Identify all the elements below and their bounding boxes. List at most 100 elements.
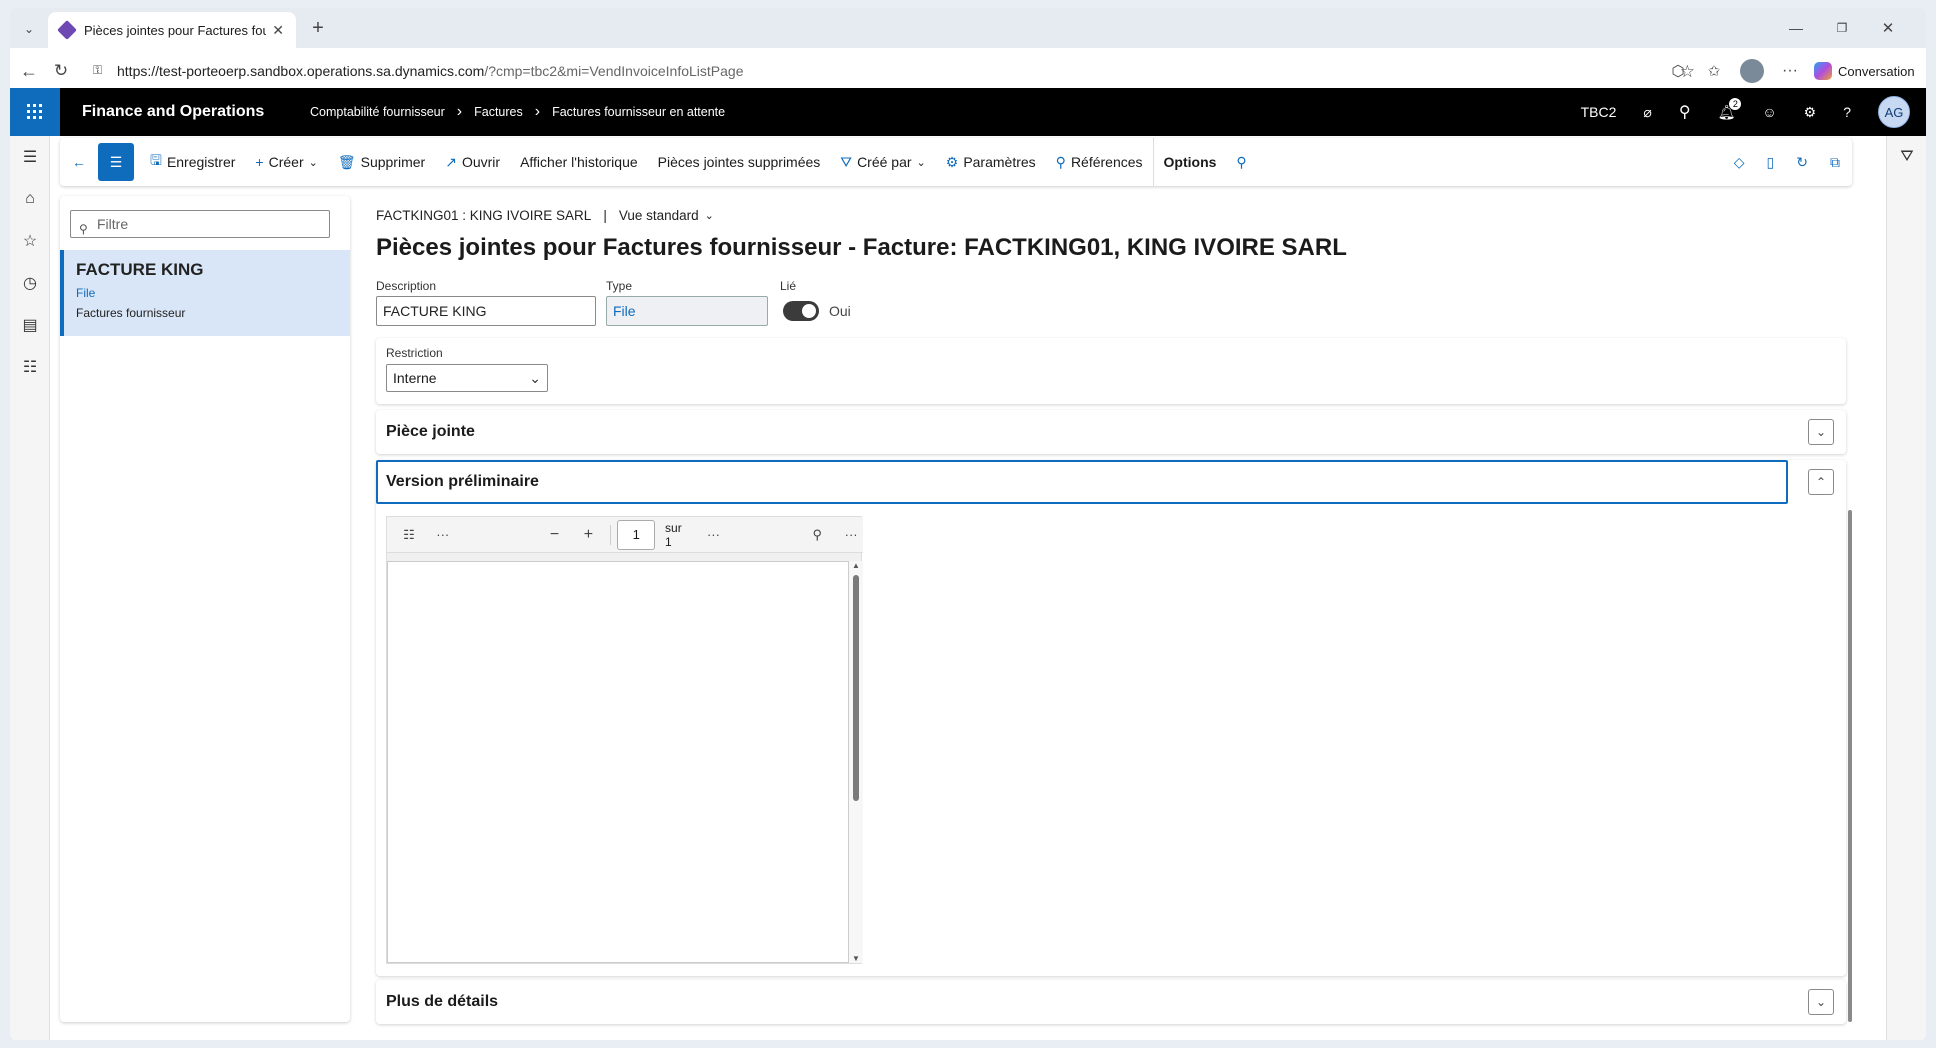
chevron-down-icon: ⌄ xyxy=(308,156,318,169)
copilot-icon xyxy=(1814,62,1832,80)
breadcrumb-item[interactable]: Factures fournisseur en attente xyxy=(552,105,725,119)
options-tab[interactable]: Options xyxy=(1152,138,1227,186)
open-button[interactable]: ↗ Ouvrir xyxy=(435,138,510,186)
zoom-in-icon[interactable]: + xyxy=(576,526,600,544)
tab-list-chevron-icon[interactable]: ⌄ xyxy=(18,18,40,40)
chevron-down-icon[interactable]: ⌄ xyxy=(705,209,714,222)
app-header: Finance and Operations Comptabilité four… xyxy=(10,88,1926,136)
delete-button[interactable]: 🗑︎ Supprimer xyxy=(328,138,435,186)
app-launcher-button[interactable] xyxy=(10,88,60,136)
recent-clock-icon[interactable]: ◷ xyxy=(10,262,50,304)
company-picker[interactable]: TBC2 xyxy=(1581,104,1617,120)
record-caption: FACTKING01 : KING IVOIRE SARL xyxy=(376,208,592,223)
search-icon[interactable]: ⚲ xyxy=(1679,102,1691,122)
page-total: sur 1 xyxy=(665,520,682,549)
notification-bell-icon[interactable]: 🔔︎ 2 xyxy=(1718,97,1742,121)
linked-label: Lié xyxy=(780,279,797,293)
more-icon[interactable]: ··· xyxy=(1778,59,1802,83)
zoom-out-icon[interactable]: − xyxy=(543,526,567,544)
back-button[interactable]: ← xyxy=(66,138,92,186)
page-scroll-thumb[interactable] xyxy=(1848,510,1852,1022)
extensions-icon[interactable]: ⬡ xyxy=(1666,59,1690,83)
filter-funnel-icon[interactable]: ⛛ xyxy=(1887,136,1926,178)
description-field[interactable]: FACTURE KING xyxy=(376,296,596,326)
refresh-icon[interactable]: ↻ xyxy=(48,58,74,84)
breadcrumb-item[interactable]: Comptabilité fournisseur xyxy=(310,105,445,119)
power-apps-icon[interactable]: ◇ xyxy=(1734,154,1745,171)
new-tab-icon[interactable]: + xyxy=(306,16,330,40)
app-title[interactable]: Finance and Operations xyxy=(82,88,264,136)
url-field[interactable]: ⚿ https://test-porteoerp.sandbox.operati… xyxy=(82,55,1706,87)
dynamics-favicon-icon xyxy=(57,20,77,40)
contents-list-icon[interactable]: ☷ xyxy=(397,527,421,543)
restore-icon[interactable]: ❐ xyxy=(1830,16,1854,40)
breadcrumb-item[interactable]: Factures xyxy=(474,105,523,119)
save-button[interactable]: 🖫︎ Enregistrer xyxy=(140,138,245,186)
back-icon[interactable]: ← xyxy=(16,58,42,84)
section-more-details[interactable]: Plus de détails ⌄ xyxy=(376,980,1846,1024)
breadcrumb: Comptabilité fournisseur › Factures › Fa… xyxy=(310,88,725,136)
profile-avatar[interactable] xyxy=(1740,59,1764,83)
copilot-button[interactable]: Conversation xyxy=(1814,58,1915,84)
home-icon[interactable]: ⌂ xyxy=(10,178,50,220)
linked-toggle[interactable] xyxy=(783,301,819,321)
dashboard-icon[interactable]: ⌀ xyxy=(1643,104,1651,121)
references-button[interactable]: ⚲ Références xyxy=(1046,138,1153,186)
more-icon[interactable]: ··· xyxy=(839,527,863,542)
gear-icon[interactable]: ⚙ xyxy=(1804,104,1817,121)
user-avatar[interactable]: AG xyxy=(1878,96,1910,128)
collapse-chevron-icon[interactable]: ⌃ xyxy=(1808,469,1834,495)
chevron-down-icon: ⌄ xyxy=(529,370,541,386)
minimize-icon[interactable]: — xyxy=(1784,16,1808,40)
help-icon[interactable]: ? xyxy=(1843,104,1851,120)
right-rail: ⛛ xyxy=(1886,136,1926,1040)
restriction-dropdown[interactable]: Interne ⌄ xyxy=(386,364,548,392)
favorites-star-icon[interactable]: ☆ xyxy=(10,220,50,262)
breadcrumb-chevron-icon: › xyxy=(534,103,541,120)
section-attachment[interactable]: Pièce jointe ⌄ xyxy=(376,410,1846,454)
favorites-icon[interactable]: ✩ xyxy=(1702,59,1726,83)
parameters-button[interactable]: ⚙ Paramètres xyxy=(936,138,1046,186)
section-preview-header[interactable] xyxy=(376,460,1788,504)
filter-input[interactable]: ⚲ Filtre xyxy=(70,210,330,238)
modules-list-icon[interactable]: ☷ xyxy=(10,346,50,388)
page-scrollbar[interactable] xyxy=(1846,500,1854,1022)
popout-icon[interactable]: ⧉ xyxy=(1830,154,1840,171)
deleted-attachments-button[interactable]: Pièces jointes supprimées xyxy=(648,138,831,186)
pdf-scroll-thumb[interactable] xyxy=(853,575,859,801)
scroll-down-arrow-icon[interactable]: ▼ xyxy=(852,954,860,963)
expand-chevron-icon[interactable]: ⌄ xyxy=(1808,419,1834,445)
menu-toggle-button[interactable]: ☰ xyxy=(98,143,134,181)
action-search-button[interactable]: ⚲ xyxy=(1226,138,1261,186)
url-host: https://test-porteoerp.sandbox.operation… xyxy=(117,63,485,79)
view-selector[interactable]: Vue standard xyxy=(619,208,699,223)
open-arrow-icon: ↗ xyxy=(445,153,457,170)
type-field[interactable]: File xyxy=(606,296,768,326)
search-icon[interactable]: ⚲ xyxy=(805,527,829,543)
history-button[interactable]: Afficher l'historique xyxy=(510,138,648,186)
pdf-page-canvas[interactable] xyxy=(387,561,849,963)
scroll-up-arrow-icon[interactable]: ▲ xyxy=(852,561,860,570)
references-label: Références xyxy=(1070,154,1143,170)
more-icon[interactable]: ··· xyxy=(431,527,455,542)
browser-tab[interactable]: Pièces jointes pour Factures fourni ✕ xyxy=(48,12,296,48)
close-window-icon[interactable]: ✕ xyxy=(1876,16,1900,40)
save-label: Enregistrer xyxy=(166,154,236,170)
page-number-input[interactable]: 1 xyxy=(617,519,656,550)
created-by-filter-button[interactable]: ⛛ Créé par ⌄ xyxy=(830,138,935,186)
close-tab-icon[interactable]: ✕ xyxy=(272,22,284,39)
notification-count: 2 xyxy=(1729,97,1742,110)
office-icon[interactable]: ▯ xyxy=(1767,154,1775,171)
hamburger-icon[interactable]: ☰ xyxy=(10,136,50,178)
pdf-scrollbar[interactable]: ▲ ▼ xyxy=(849,561,863,963)
more-icon[interactable]: ··· xyxy=(702,527,726,542)
section-preview-label: Version préliminaire xyxy=(386,473,539,490)
site-info-icon[interactable]: ⚿ xyxy=(93,63,102,78)
refresh-icon[interactable]: ↻ xyxy=(1796,154,1808,171)
feedback-smiley-icon[interactable]: ☺ xyxy=(1762,104,1776,120)
workspaces-icon[interactable]: ▤ xyxy=(10,304,50,346)
expand-chevron-icon[interactable]: ⌄ xyxy=(1808,989,1834,1015)
create-button[interactable]: + Créer ⌄ xyxy=(245,138,327,186)
list-item[interactable]: FACTURE KING File Factures fournisseur xyxy=(60,250,350,336)
filter-placeholder: Filtre xyxy=(97,216,129,232)
